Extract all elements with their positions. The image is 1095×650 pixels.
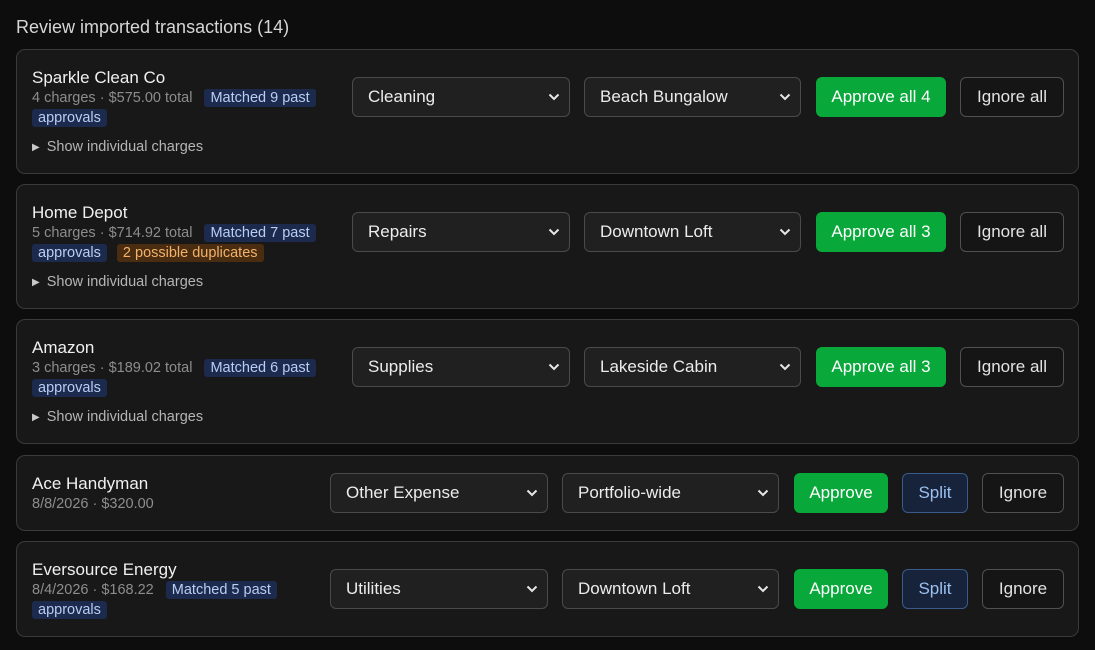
toggle-label: Show individual charges bbox=[46, 274, 204, 290]
charge-summary: 4 charges · $575.00 total bbox=[32, 90, 193, 106]
toggle-label: Show individual charges bbox=[46, 409, 204, 425]
chevron-down-icon bbox=[548, 363, 560, 371]
ignore-button[interactable]: Ignore bbox=[982, 473, 1064, 513]
ignore-all-button[interactable]: Ignore all bbox=[960, 77, 1064, 117]
category-value: Repairs bbox=[368, 222, 427, 241]
group-info: Home Depot 5 charges · $714.92 total Mat… bbox=[32, 202, 332, 293]
category-value: Utilities bbox=[346, 579, 401, 598]
vendor-name: Amazon bbox=[32, 338, 95, 357]
chevron-down-icon bbox=[779, 93, 791, 101]
vendor-name: Home Depot bbox=[32, 203, 128, 222]
transaction-group-card: Home Depot 5 charges · $714.92 total Mat… bbox=[16, 184, 1079, 309]
property-value: Lakeside Cabin bbox=[600, 357, 718, 376]
group-summary: 3 charges · $189.02 total Matched 6 past… bbox=[32, 358, 332, 398]
ignore-all-button[interactable]: Ignore all bbox=[960, 212, 1064, 252]
transaction-info: Ace Handyman 8/8/2026 · $320.00 bbox=[32, 473, 332, 514]
chevron-down-icon bbox=[548, 228, 560, 236]
transaction-card: Eversource Energy 8/4/2026 · $168.22 Mat… bbox=[16, 541, 1079, 637]
approve-all-button[interactable]: Approve all 3 bbox=[816, 347, 946, 387]
vendor-name: Ace Handyman bbox=[32, 474, 149, 493]
approve-button[interactable]: Approve bbox=[794, 569, 888, 609]
toggle-label: Show individual charges bbox=[46, 139, 204, 155]
split-button[interactable]: Split bbox=[902, 569, 968, 609]
charge-summary: 5 charges · $714.92 total bbox=[32, 225, 193, 241]
category-value: Other Expense bbox=[346, 483, 460, 502]
property-select[interactable]: Beach Bungalow bbox=[584, 77, 801, 117]
category-select[interactable]: Utilities bbox=[330, 569, 548, 609]
chevron-down-icon bbox=[757, 585, 769, 593]
approve-all-button[interactable]: Approve all 3 bbox=[816, 212, 946, 252]
triangle-right-icon: ▶ bbox=[32, 277, 40, 288]
ignore-button[interactable]: Ignore bbox=[982, 569, 1064, 609]
chevron-down-icon bbox=[757, 489, 769, 497]
split-button[interactable]: Split bbox=[902, 473, 968, 513]
approve-button[interactable]: Approve bbox=[794, 473, 888, 513]
vendor-name: Sparkle Clean Co bbox=[32, 68, 166, 87]
property-select[interactable]: Downtown Loft bbox=[584, 212, 801, 252]
transaction-date-amount: 8/8/2026 · $320.00 bbox=[32, 496, 154, 512]
category-value: Cleaning bbox=[368, 87, 436, 106]
triangle-right-icon: ▶ bbox=[32, 412, 40, 423]
chevron-down-icon bbox=[526, 489, 538, 497]
triangle-right-icon: ▶ bbox=[32, 142, 40, 153]
show-charges-toggle[interactable]: ▶ Show individual charges bbox=[32, 137, 332, 158]
transaction-date-amount: 8/4/2026 · $168.22 bbox=[32, 582, 154, 598]
duplicate-warning-badge: 2 possible duplicates bbox=[116, 244, 264, 262]
property-value: Downtown Loft bbox=[578, 579, 691, 598]
show-charges-toggle[interactable]: ▶ Show individual charges bbox=[32, 272, 332, 293]
property-select[interactable]: Portfolio-wide bbox=[562, 473, 779, 513]
show-charges-toggle[interactable]: ▶ Show individual charges bbox=[32, 407, 332, 428]
group-summary: 4 charges · $575.00 total Matched 9 past… bbox=[32, 88, 332, 128]
property-value: Beach Bungalow bbox=[600, 87, 728, 106]
category-select[interactable]: Supplies bbox=[352, 347, 570, 387]
property-select[interactable]: Downtown Loft bbox=[562, 569, 779, 609]
transaction-group-card: Sparkle Clean Co 4 charges · $575.00 tot… bbox=[16, 49, 1079, 174]
chevron-down-icon bbox=[779, 363, 791, 371]
page-title: Review imported transactions (14) bbox=[16, 17, 290, 37]
chevron-down-icon bbox=[548, 93, 560, 101]
transaction-group-card: Amazon 3 charges · $189.02 total Matched… bbox=[16, 319, 1079, 444]
category-select[interactable]: Other Expense bbox=[330, 473, 548, 513]
transaction-summary: 8/4/2026 · $168.22 Matched 5 past approv… bbox=[32, 580, 302, 620]
ignore-all-button[interactable]: Ignore all bbox=[960, 347, 1064, 387]
transaction-card: Ace Handyman 8/8/2026 · $320.00 Other Ex… bbox=[16, 455, 1079, 531]
category-select[interactable]: Repairs bbox=[352, 212, 570, 252]
chevron-down-icon bbox=[526, 585, 538, 593]
property-select[interactable]: Lakeside Cabin bbox=[584, 347, 801, 387]
category-select[interactable]: Cleaning bbox=[352, 77, 570, 117]
vendor-name: Eversource Energy bbox=[32, 560, 177, 579]
review-page: Review imported transactions (14) Sparkl… bbox=[0, 0, 1095, 650]
property-value: Downtown Loft bbox=[600, 222, 713, 241]
approve-all-button[interactable]: Approve all 4 bbox=[816, 77, 946, 117]
group-info: Amazon 3 charges · $189.02 total Matched… bbox=[32, 337, 332, 428]
chevron-down-icon bbox=[779, 228, 791, 236]
category-value: Supplies bbox=[368, 357, 434, 376]
property-value: Portfolio-wide bbox=[578, 483, 681, 502]
transaction-info: Eversource Energy 8/4/2026 · $168.22 Mat… bbox=[32, 559, 302, 620]
charge-summary: 3 charges · $189.02 total bbox=[32, 360, 193, 376]
group-summary: 5 charges · $714.92 total Matched 7 past… bbox=[32, 223, 332, 263]
group-info: Sparkle Clean Co 4 charges · $575.00 tot… bbox=[32, 67, 332, 158]
